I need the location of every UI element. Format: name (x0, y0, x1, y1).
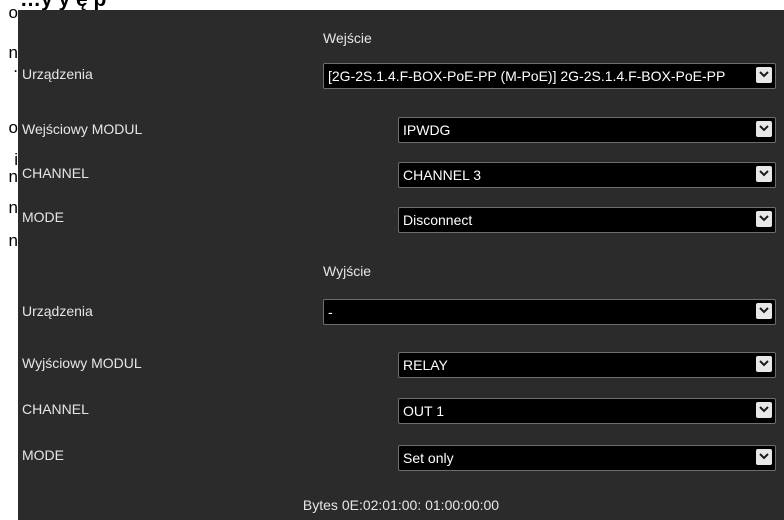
chevron-down-icon[interactable] (756, 121, 772, 137)
output-module-label: Wyjściowy MODUL (22, 355, 142, 371)
chevron-down-icon[interactable] (756, 402, 772, 418)
output-mode-select[interactable]: Set only (398, 445, 776, 471)
background-text-fragment: n (8, 167, 18, 186)
background-text-fragment: o (8, 3, 18, 22)
input-channel-label: CHANNEL (22, 165, 89, 181)
background-text-fragment: n (8, 198, 18, 217)
output-module-value: RELAY (403, 357, 448, 373)
chevron-down-icon[interactable] (756, 166, 772, 182)
input-channel-select[interactable]: CHANNEL 3 (398, 162, 776, 188)
output-module-select[interactable]: RELAY (398, 352, 776, 378)
input-device-label: Urządzenia (22, 66, 93, 82)
input-mode-select[interactable]: Disconnect (398, 207, 776, 233)
chevron-down-icon[interactable] (756, 67, 772, 83)
input-device-value: [2G-2S.1.4.F-BOX-PoE-PP (M-PoE)] 2G-2S.1… (328, 68, 726, 84)
output-device-select[interactable]: - (323, 299, 776, 325)
input-device-select[interactable]: [2G-2S.1.4.F-BOX-PoE-PP (M-PoE)] 2G-2S.1… (323, 63, 776, 89)
input-mode-label: MODE (22, 209, 64, 225)
background-title-text: …y y ę p (20, 0, 106, 10)
output-section-header: Wyjście (323, 263, 372, 279)
output-device-label: Urządzenia (22, 303, 93, 319)
output-channel-select[interactable]: OUT 1 (398, 398, 776, 424)
output-device-value: - (328, 304, 333, 320)
bytes-readout: Bytes 0E:02:01:00: 01:00:00:00 (302, 497, 500, 513)
chevron-down-icon[interactable] (756, 449, 772, 465)
connection-settings-panel: Wejście Urządzenia [2G-2S.1.4.F-BOX-PoE-… (18, 10, 784, 520)
output-mode-label: MODE (22, 447, 64, 463)
input-module-label: Wejściowy MODUL (22, 121, 143, 137)
input-section-header: Wejście (323, 30, 372, 46)
background-text-fragment: o (8, 118, 18, 137)
input-module-value: IPWDG (403, 122, 451, 138)
chevron-down-icon[interactable] (756, 303, 772, 319)
output-channel-value: OUT 1 (403, 403, 444, 419)
output-channel-label: CHANNEL (22, 401, 89, 417)
background-text-fragment: n (8, 231, 18, 250)
chevron-down-icon[interactable] (756, 356, 772, 372)
background-document-title: …y y ę p (20, 0, 784, 10)
input-module-select[interactable]: IPWDG (398, 117, 776, 143)
input-mode-value: Disconnect (403, 212, 473, 228)
chevron-down-icon[interactable] (756, 211, 772, 227)
input-channel-value: CHANNEL 3 (403, 167, 482, 183)
background-document-margin: o n . o i n n n (0, 0, 20, 520)
output-mode-value: Set only (403, 450, 454, 466)
